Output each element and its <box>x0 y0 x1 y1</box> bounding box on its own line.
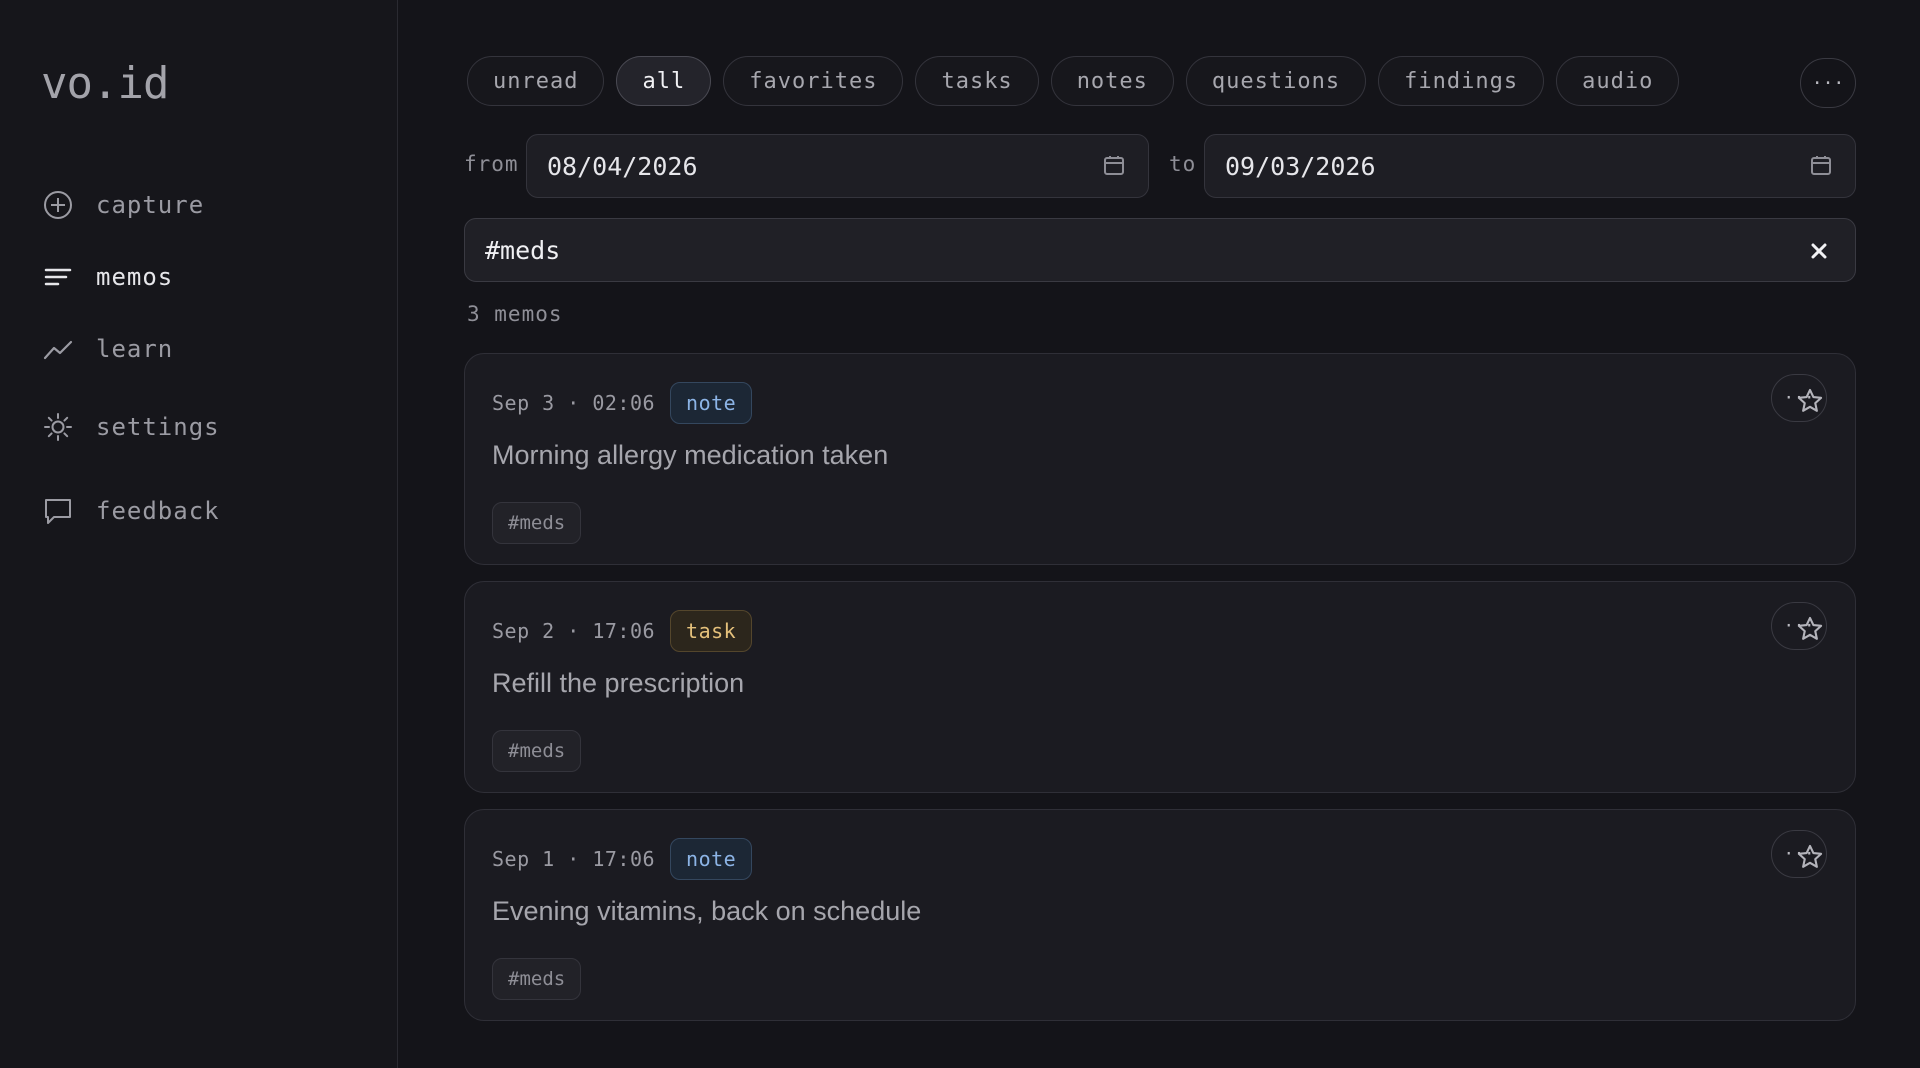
memo-more-button[interactable]: ··· <box>1771 374 1827 422</box>
memo-timestamp: Sep 2 · 17:06 <box>492 619 656 643</box>
memo-more-button[interactable]: ··· <box>1771 602 1827 650</box>
app-root: vo.id capture memos learn settings feedb… <box>0 0 1920 1068</box>
memo-tag[interactable]: #meds <box>492 730 582 772</box>
from-date-input[interactable]: 08/04/2026 <box>526 134 1149 198</box>
filter-chip-audio[interactable]: audio <box>1556 56 1680 106</box>
plus-circle-icon <box>41 188 75 222</box>
memo-tag[interactable]: #meds <box>492 502 582 544</box>
sidebar-item-label: settings <box>96 413 220 441</box>
filter-chip-all[interactable]: all <box>616 56 712 106</box>
to-label: to <box>1169 152 1197 176</box>
date-range: from 08/04/2026 to 09/03/2026 <box>464 134 1856 198</box>
memo-meta: Sep 1 · 17:06 note <box>492 838 753 880</box>
calendar-icon[interactable] <box>1809 153 1833 177</box>
app-logo: vo.id <box>41 58 169 109</box>
sidebar-item-memos[interactable]: memos <box>41 255 361 299</box>
memo-more-button[interactable]: ··· <box>1771 830 1827 878</box>
from-label: from <box>464 152 519 176</box>
memo-timestamp: Sep 1 · 17:06 <box>492 847 656 871</box>
lines-icon <box>41 260 75 294</box>
trend-icon <box>41 332 75 366</box>
sidebar-item-capture[interactable]: capture <box>41 183 361 227</box>
memo-card[interactable]: Sep 1 · 17:06 note Evening vitamins, bac… <box>464 809 1856 1021</box>
filter-chip-findings[interactable]: findings <box>1378 56 1545 106</box>
filter-chip-questions[interactable]: questions <box>1185 56 1367 106</box>
memo-meta: Sep 2 · 17:06 task <box>492 610 753 652</box>
sidebar-item-label: learn <box>96 335 174 363</box>
memo-card[interactable]: Sep 3 · 02:06 note Morning allergy medic… <box>464 353 1856 565</box>
sidebar-item-settings[interactable]: settings <box>41 405 361 449</box>
memo-tag[interactable]: #meds <box>492 958 582 1000</box>
memo-type-badge: task <box>670 610 753 652</box>
result-count: 3 memos <box>467 302 563 326</box>
sidebar-item-label: capture <box>96 191 205 219</box>
sidebar-item-learn[interactable]: learn <box>41 327 361 371</box>
chat-icon <box>41 494 75 528</box>
from-date-value: 08/04/2026 <box>547 151 698 181</box>
to-date-input[interactable]: 09/03/2026 <box>1204 134 1856 198</box>
memo-type-badge: note <box>670 838 753 880</box>
memo-timestamp: Sep 3 · 02:06 <box>492 391 656 415</box>
sidebar-item-feedback[interactable]: feedback <box>41 489 361 533</box>
memo-card[interactable]: Sep 2 · 17:06 task Refill the prescripti… <box>464 581 1856 793</box>
search-input[interactable]: #meds <box>464 218 1856 282</box>
more-options-button[interactable]: ··· <box>1800 58 1856 108</box>
memo-meta: Sep 3 · 02:06 note <box>492 382 753 424</box>
close-icon <box>1811 243 1827 259</box>
filter-chip-tasks[interactable]: tasks <box>915 56 1039 106</box>
filter-chip-unread[interactable]: unread <box>467 56 605 106</box>
memo-text: Evening vitamins, back on schedule <box>492 896 922 926</box>
clear-search-button[interactable] <box>1805 237 1833 265</box>
sidebar-item-label: feedback <box>96 497 220 525</box>
filter-chip-notes[interactable]: notes <box>1050 56 1174 106</box>
filter-chips: unread all favorites tasks notes questio… <box>467 56 1680 106</box>
calendar-icon[interactable] <box>1102 153 1126 177</box>
filter-chip-favorites[interactable]: favorites <box>723 56 904 106</box>
memo-text: Refill the prescription <box>492 668 745 698</box>
search-value: #meds <box>485 235 561 265</box>
main-content: unread all favorites tasks notes questio… <box>398 0 1920 1068</box>
memo-type-badge: note <box>670 382 753 424</box>
to-date-value: 09/03/2026 <box>1225 151 1376 181</box>
sidebar-item-label: memos <box>96 263 174 291</box>
sidebar: vo.id capture memos learn settings feedb… <box>0 0 398 1068</box>
memo-text: Morning allergy medication taken <box>492 440 889 470</box>
sun-gear-icon <box>41 410 75 444</box>
